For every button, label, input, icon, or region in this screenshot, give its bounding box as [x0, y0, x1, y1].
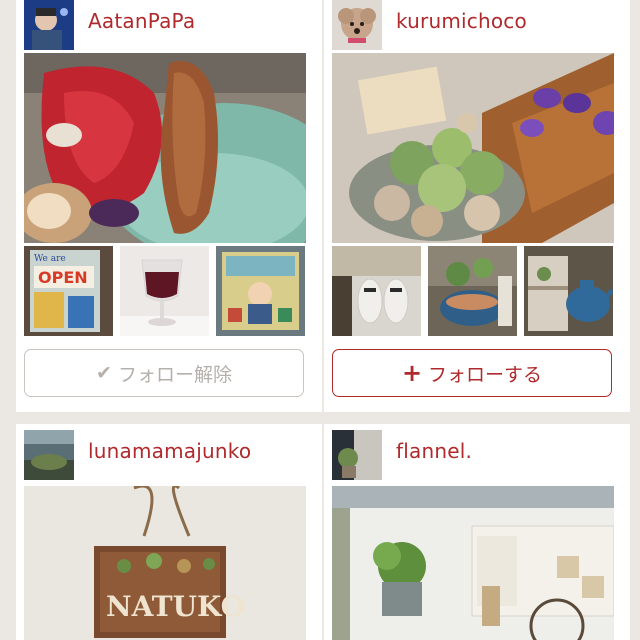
avatar-image — [332, 430, 382, 480]
photo-balcony-garden — [332, 486, 614, 640]
avatar-image — [24, 0, 74, 50]
card-header: flannel. — [332, 430, 622, 480]
main-photo[interactable] — [24, 53, 306, 243]
avatar[interactable] — [24, 0, 74, 50]
plus-icon: + — [401, 359, 423, 387]
avatar[interactable] — [332, 430, 382, 480]
svg-text:We are: We are — [34, 254, 66, 264]
follow-button[interactable]: + フォローする — [332, 349, 612, 397]
photo-open-sign: OPEN We are — [24, 246, 113, 336]
main-photo[interactable]: NATUKO — [24, 486, 306, 640]
username-link[interactable]: flannel. — [396, 439, 472, 463]
avatar-image — [332, 0, 382, 50]
photo-slippers — [332, 246, 421, 336]
thumbnail-photo[interactable] — [524, 246, 613, 336]
photo-dog-on-bed — [24, 53, 306, 243]
main-photo[interactable] — [332, 486, 614, 640]
unfollow-button[interactable]: ✔ フォロー解除 — [24, 349, 304, 397]
user-card-kurumichoco: kurumichoco + フォローする — [324, 0, 630, 412]
photo-teapot-shelf — [524, 246, 613, 336]
thumbnail-photo[interactable] — [120, 246, 209, 336]
card-header: kurumichoco — [332, 0, 622, 50]
card-header: lunamamajunko — [24, 430, 314, 480]
avatar-image — [24, 430, 74, 480]
photo-garden-pot — [428, 246, 517, 336]
user-card-flannel: flannel. — [324, 424, 630, 640]
username-link[interactable]: AatanPaPa — [88, 9, 195, 33]
open-sign-text: OPEN — [38, 268, 88, 287]
user-card-aatanpapa: AatanPaPa OPEN We are ✔ フォロー解除 — [16, 0, 322, 412]
check-icon: ✔ — [96, 362, 112, 384]
photo-red-drink — [120, 246, 209, 336]
thumbnail-photo[interactable] — [332, 246, 421, 336]
user-card-lunamamajunko: lunamamajunko NATUKO — [16, 424, 322, 640]
photo-poster-art — [216, 246, 305, 336]
username-link[interactable]: kurumichoco — [396, 9, 527, 33]
photo-name-sign: NATUKO — [24, 486, 306, 640]
thumbnail-photo[interactable]: OPEN We are — [24, 246, 113, 336]
thumbnail-photo[interactable] — [216, 246, 305, 336]
card-header: AatanPaPa — [24, 0, 314, 50]
sign-text: NATUKO — [106, 590, 245, 623]
unfollow-button-label: フォロー解除 — [117, 363, 232, 386]
main-photo[interactable] — [332, 53, 614, 243]
follow-button-label: フォローする — [428, 363, 543, 386]
avatar[interactable] — [332, 0, 382, 50]
username-link[interactable]: lunamamajunko — [88, 439, 251, 463]
avatar[interactable] — [24, 430, 74, 480]
thumbnail-photo[interactable] — [428, 246, 517, 336]
photo-succulents — [332, 53, 614, 243]
